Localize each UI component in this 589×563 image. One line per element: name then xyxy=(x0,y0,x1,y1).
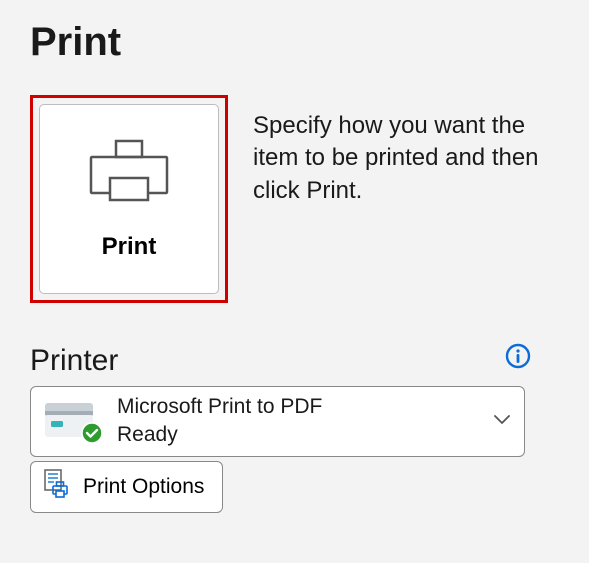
printer-heading: Printer xyxy=(30,344,118,378)
print-button[interactable]: Print xyxy=(39,104,219,294)
chevron-down-icon xyxy=(494,412,510,430)
print-button-label: Print xyxy=(102,233,157,261)
print-instruction: Specify how you want the item to be prin… xyxy=(253,95,553,303)
printer-icon xyxy=(88,138,170,211)
printer-heading-row: Printer xyxy=(30,343,559,378)
info-icon[interactable] xyxy=(505,343,531,374)
print-options-icon xyxy=(41,468,73,506)
page-title: Print xyxy=(30,20,559,65)
printer-thumbnail-icon xyxy=(39,397,99,445)
printer-name: Microsoft Print to PDF xyxy=(117,393,494,421)
highlight-outline: Print xyxy=(30,95,228,303)
status-ok-icon xyxy=(81,422,103,449)
print-options-label: Print Options xyxy=(83,475,204,499)
print-options-button[interactable]: Print Options xyxy=(30,461,223,513)
printer-status: Ready xyxy=(117,421,494,449)
printer-info: Microsoft Print to PDF Ready xyxy=(117,393,494,450)
printer-selector[interactable]: Microsoft Print to PDF Ready xyxy=(30,386,525,457)
print-section: Print Specify how you want the item to b… xyxy=(30,95,559,303)
